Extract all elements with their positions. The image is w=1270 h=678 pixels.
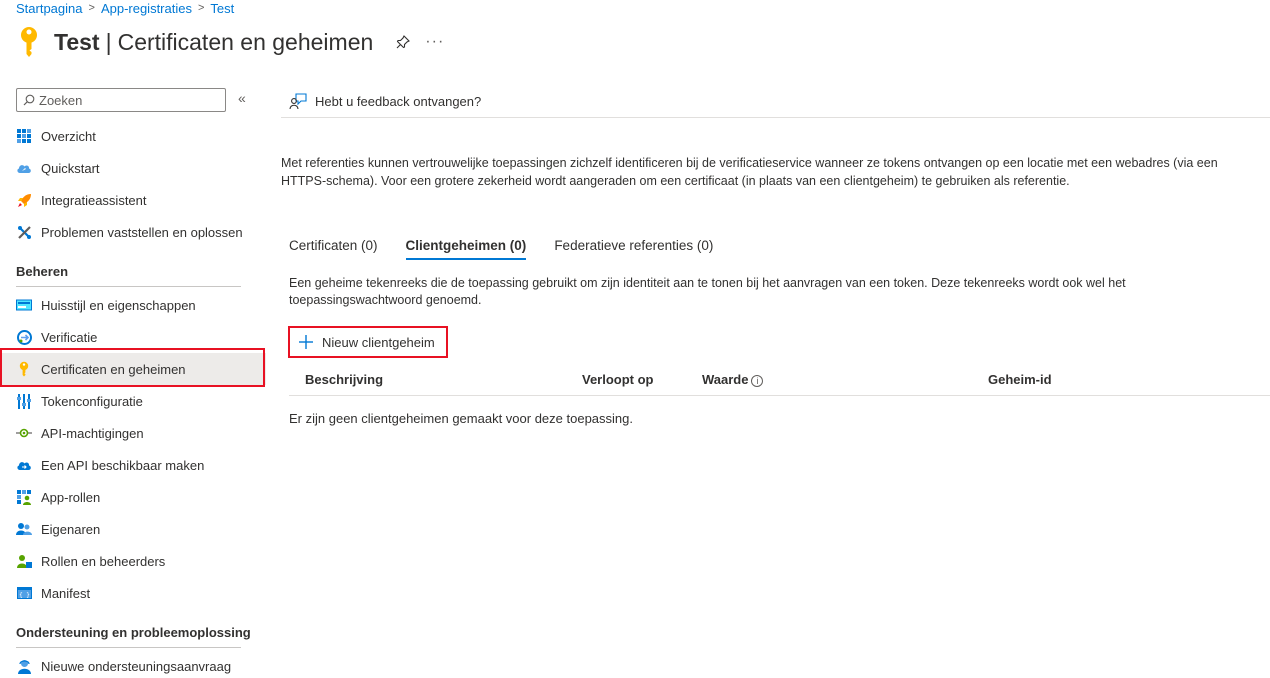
active-item-highlight xyxy=(0,348,265,387)
column-header-description[interactable]: Beschrijving xyxy=(305,372,383,387)
feedback-person-icon xyxy=(289,93,307,110)
sidebar-item-label: Manifest xyxy=(41,585,91,601)
tab-client-secrets[interactable]: Clientgeheimen (0) xyxy=(405,234,526,260)
svg-text:{ }: { } xyxy=(19,592,30,599)
sidebar-item-label: Huisstijl en eigenschappen xyxy=(41,297,196,313)
sidebar-item-new-support-request[interactable]: Nieuwe ondersteuningsaanvraag xyxy=(0,650,266,678)
sidebar-item-label: Eigenaren xyxy=(41,521,101,537)
column-header-secret-id[interactable]: Geheim-id xyxy=(988,372,1052,387)
breadcrumb-app-registrations[interactable]: App-registraties xyxy=(101,1,192,16)
cloud-icon xyxy=(16,160,32,176)
toolbar-divider xyxy=(281,117,1270,118)
section-manage-heading: Beheren xyxy=(16,264,69,279)
sidebar-item-roles-admins[interactable]: Rollen en beheerders xyxy=(0,545,266,577)
sidebar: « xyxy=(0,84,266,112)
breadcrumb: Startpagina > App-registraties > Test xyxy=(16,0,234,16)
sidebar-item-owners[interactable]: Eigenaren xyxy=(0,513,266,545)
sidebar-item-label: Rollen en beheerders xyxy=(41,553,166,569)
sidebar-item-label: Verificatie xyxy=(41,329,98,345)
sidebar-search-row: « xyxy=(16,84,266,112)
section-divider xyxy=(16,286,241,287)
owners-icon xyxy=(16,521,32,537)
pin-icon[interactable] xyxy=(393,32,413,52)
manifest-icon: { } xyxy=(16,585,32,601)
column-header-expires[interactable]: Verloopt op xyxy=(582,372,654,387)
feedback-label: Hebt u feedback ontvangen? xyxy=(315,93,482,109)
roles-admins-icon xyxy=(16,553,32,569)
token-bars-icon xyxy=(16,393,32,409)
column-header-value[interactable]: Waarde i xyxy=(702,372,764,387)
search-icon xyxy=(23,94,35,106)
sidebar-item-integration-assistant[interactable]: Integratieassistent xyxy=(0,184,266,216)
sidebar-item-manifest[interactable]: { } Manifest xyxy=(0,577,266,609)
expose-api-cloud-icon xyxy=(16,457,32,473)
info-icon[interactable]: i xyxy=(751,375,764,387)
tab-description: Een geheime tekenreeks die de toepassing… xyxy=(289,276,1126,307)
sidebar-item-token-configuration[interactable]: Tokenconfiguratie xyxy=(0,385,266,417)
title-separator: | xyxy=(105,28,112,55)
page-title: Test | Certificaten en geheimen xyxy=(54,29,373,56)
chevron-right-icon: > xyxy=(88,2,95,14)
app-name: Test xyxy=(54,28,100,55)
table-header: Beschrijving Verloopt op Waarde i Geheim-… xyxy=(289,366,1270,396)
feedback-button[interactable]: Hebt u feedback ontvangen? xyxy=(281,84,481,118)
sidebar-item-app-roles[interactable]: App-rollen xyxy=(0,481,266,513)
column-header-value-label: Waarde xyxy=(702,372,749,387)
section-divider xyxy=(16,647,241,648)
empty-state-message: Er zijn geen clientgeheimen gemaakt voor… xyxy=(289,411,633,426)
section-support-heading: Ondersteuning en probleemoplossing xyxy=(16,625,251,640)
sidebar-item-label: Overzicht xyxy=(41,128,96,144)
tab-certificates[interactable]: Certificaten (0) xyxy=(289,234,378,260)
sidebar-item-label: Problemen vaststellen en oplossen xyxy=(41,224,243,240)
grid-icon xyxy=(16,128,32,144)
intro-text: Met referenties kunnen vertrouwelijke to… xyxy=(281,156,1218,188)
sidebar-item-overview[interactable]: Overzicht xyxy=(0,120,266,152)
sidebar-item-label: Integratieassistent xyxy=(41,192,147,208)
sidebar-item-expose-api[interactable]: Een API beschikbaar maken xyxy=(0,449,266,481)
new-client-secret-label: Nieuw clientgeheim xyxy=(322,334,435,350)
wrench-icon xyxy=(16,224,32,240)
sidebar-item-branding[interactable]: Huisstijl en eigenschappen xyxy=(0,289,266,321)
page-header: Test | Certificaten en geheimen ··· xyxy=(16,24,444,60)
sidebar-item-quickstart[interactable]: Quickstart xyxy=(0,152,266,184)
support-person-icon xyxy=(16,658,32,674)
app-roles-icon xyxy=(16,489,32,505)
sidebar-search-box[interactable] xyxy=(16,88,226,112)
sidebar-item-label: Nieuwe ondersteuningsaanvraag xyxy=(41,658,232,674)
chevron-right-icon: > xyxy=(197,2,205,14)
breadcrumb-app[interactable]: Test xyxy=(210,1,234,16)
breadcrumb-home[interactable]: Startpagina xyxy=(16,1,83,16)
authentication-icon xyxy=(16,329,32,345)
sidebar-item-troubleshoot[interactable]: Problemen vaststellen en oplossen xyxy=(0,216,266,248)
sidebar-item-label: App-rollen xyxy=(41,489,101,505)
sidebar-item-label: Tokenconfiguratie xyxy=(41,393,143,409)
more-options-icon[interactable]: ··· xyxy=(425,33,444,51)
sidebar-item-api-permissions[interactable]: API-machtigingen xyxy=(0,417,266,449)
collapse-sidebar-icon[interactable]: « xyxy=(238,90,246,106)
branding-icon xyxy=(16,297,32,313)
tab-federated-credentials[interactable]: Federatieve referenties (0) xyxy=(554,234,713,260)
sidebar-item-label: Quickstart xyxy=(41,160,100,176)
page-subtitle: Certificaten en geheimen xyxy=(117,28,374,55)
plus-icon xyxy=(299,335,313,349)
rocket-icon xyxy=(16,192,32,208)
search-input[interactable] xyxy=(39,92,209,108)
api-permissions-icon xyxy=(16,425,32,441)
key-icon xyxy=(21,27,37,57)
new-client-secret-button[interactable]: Nieuw clientgeheim xyxy=(288,326,448,358)
sidebar-item-label: API-machtigingen xyxy=(41,425,144,441)
sidebar-item-label: Een API beschikbaar maken xyxy=(41,457,205,473)
tab-bar: Certificaten (0) Clientgeheimen (0) Fede… xyxy=(289,234,741,264)
